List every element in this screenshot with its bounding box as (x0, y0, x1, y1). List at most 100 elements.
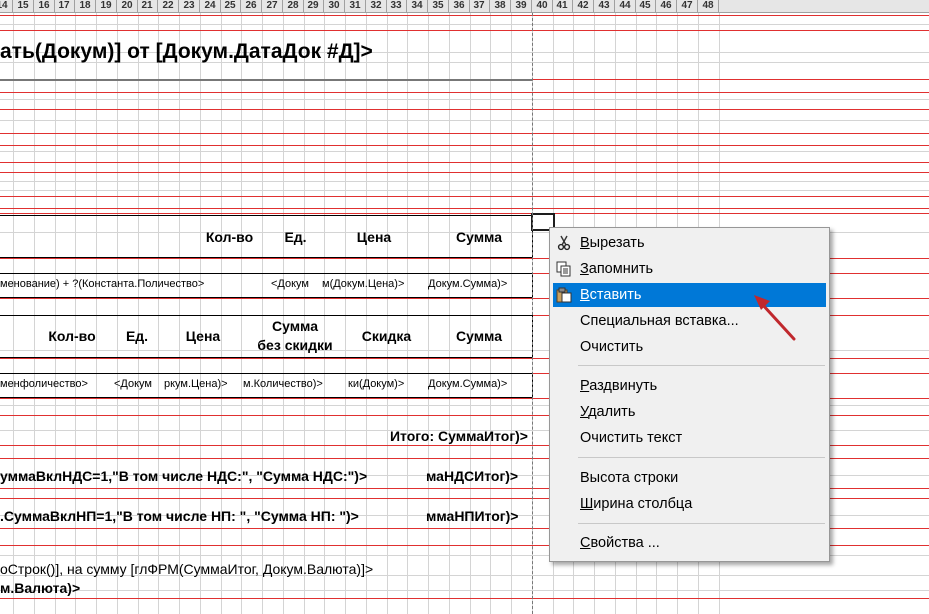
pointer-arrow-icon (754, 295, 796, 341)
column-header[interactable]: 28 (283, 0, 304, 12)
menu-item-properties[interactable]: Свойства ... (553, 531, 826, 555)
row-boundary-line (0, 109, 929, 110)
row-gridline (0, 99, 929, 100)
column-header[interactable]: 23 (179, 0, 200, 12)
column-header[interactable]: 47 (677, 0, 698, 12)
column-header[interactable]: 27 (262, 0, 283, 12)
table2-header-sum-line2: без скидки (257, 337, 333, 353)
table2-header-discount: Скидка (361, 328, 412, 344)
menu-item-copy[interactable]: Запомнить (553, 257, 826, 281)
table2-cell-name: менфоличество> (0, 378, 88, 390)
column-header[interactable]: 16 (34, 0, 55, 12)
paste-icon (556, 287, 572, 303)
column-header[interactable]: 48 (698, 0, 719, 12)
copy-icon (556, 261, 572, 277)
column-header[interactable]: 19 (96, 0, 117, 12)
menu-label-clear-text: Очистить текст (580, 430, 683, 446)
row-gridline (0, 181, 929, 182)
menu-item-delete[interactable]: Удалить (553, 400, 826, 424)
column-header[interactable]: 41 (552, 0, 573, 12)
row-boundary-line (0, 172, 929, 173)
menu-item-cut[interactable]: Вырезать (553, 231, 826, 255)
table2-header-price: Цена (185, 328, 221, 344)
table1-header-unit: Ед. (284, 229, 307, 245)
menu-label-cut: Вырезать (580, 235, 645, 251)
row-boundary-line (0, 208, 929, 209)
table1-header-price: Цена (356, 229, 392, 245)
row-boundary-line (0, 598, 929, 599)
column-header[interactable]: 46 (656, 0, 677, 12)
table2-cell-price: ркум.Цена)> (164, 378, 228, 390)
menu-label-properties: Свойства ... (580, 535, 660, 551)
menu-item-row-height[interactable]: Высота строки (553, 466, 826, 490)
title-underline (0, 79, 532, 81)
column-header[interactable]: 14 (0, 0, 13, 12)
column-header[interactable]: 42 (573, 0, 594, 12)
column-header-row: 1415161718192021222324252627282930313233… (0, 0, 929, 13)
column-header[interactable]: 40 (532, 0, 553, 12)
row-boundary-line (0, 196, 929, 197)
menu-label-column-width: Ширина столбца (580, 496, 693, 512)
row-gridline (0, 190, 929, 191)
column-header[interactable]: 24 (200, 0, 221, 12)
menu-label-row-height: Высота строки (580, 470, 679, 486)
menu-label-expand: Раздвинуть (580, 378, 658, 394)
column-header[interactable]: 29 (303, 0, 324, 12)
column-header[interactable]: 25 (220, 0, 241, 12)
table1-header-sum: Сумма (455, 229, 503, 245)
menu-item-clear-text[interactable]: Очистить текст (553, 426, 826, 450)
column-header[interactable]: 39 (511, 0, 532, 12)
menu-label-copy: Запомнить (580, 261, 654, 277)
column-header[interactable]: 15 (13, 0, 34, 12)
row-gridline (0, 151, 929, 152)
menu-label-delete: Удалить (580, 404, 636, 420)
column-header[interactable]: 34 (407, 0, 428, 12)
table2-cell-sum: Докум.Сумма)> (428, 378, 508, 390)
table2-header-sum: Сумма (455, 328, 503, 344)
table2-cell-sum-nodisc: м.Количество)> (243, 378, 323, 390)
column-header[interactable]: 26 (241, 0, 262, 12)
column-header[interactable]: 33 (386, 0, 407, 12)
column-header[interactable]: 36 (449, 0, 470, 12)
scissors-icon (556, 235, 572, 251)
menu-item-expand[interactable]: Раздвинуть (553, 374, 826, 398)
column-header[interactable]: 17 (54, 0, 75, 12)
column-header[interactable]: 44 (615, 0, 636, 12)
sales-tax-formula: .СуммаВклНП=1,"В том числе НП: ", "Сумма… (0, 508, 359, 524)
menu-separator (578, 457, 825, 458)
table2-cell-discount: ки(Докум)> (348, 378, 405, 390)
table1-cell-price: м(Докум.Цена)> (322, 278, 405, 290)
row-boundary-line (0, 145, 929, 146)
row-gridline (0, 24, 929, 25)
table2-header-unit: Ед. (125, 328, 149, 344)
column-header[interactable]: 37 (469, 0, 490, 12)
column-header[interactable]: 43 (594, 0, 615, 12)
table2-header-sum-line1: Сумма (271, 318, 319, 334)
column-header[interactable]: 20 (117, 0, 138, 12)
document-title: ать(Докум)] от [Докум.ДатаДок #Д]> (0, 40, 373, 63)
row-boundary-line (0, 162, 929, 163)
column-header[interactable]: 21 (137, 0, 158, 12)
vat-formula: уммаВклНДС=1,"В том числе НДС:", "Сумма … (0, 468, 368, 484)
column-header[interactable]: 35 (428, 0, 449, 12)
menu-item-column-width[interactable]: Ширина столбца (553, 492, 826, 516)
table1-cell-name: менование) + ?(Константа.Поличество> (0, 278, 205, 290)
row-gridline (0, 120, 929, 121)
table2-cell-doc: <Докум (114, 378, 152, 390)
table2-header-qty: Кол-во (48, 328, 96, 344)
column-header[interactable]: 38 (490, 0, 511, 12)
column-header[interactable]: 30 (324, 0, 345, 12)
row-boundary-line (0, 15, 929, 16)
table1-header-qty: Кол-во (205, 229, 254, 245)
column-header[interactable]: 31 (345, 0, 366, 12)
context-menu: Вырезать Запомнить Вставить Специальная … (549, 227, 830, 562)
menu-label-paste: Вставить (580, 287, 642, 303)
column-header[interactable]: 18 (75, 0, 96, 12)
row-boundary-line (0, 30, 929, 31)
column-header[interactable]: 45 (635, 0, 656, 12)
column-header[interactable]: 32 (366, 0, 387, 12)
column-header[interactable]: 22 (158, 0, 179, 12)
row-boundary-line (0, 92, 929, 93)
row-boundary-line (0, 133, 929, 134)
menu-label-paste-special: Специальная вставка... (580, 313, 739, 329)
